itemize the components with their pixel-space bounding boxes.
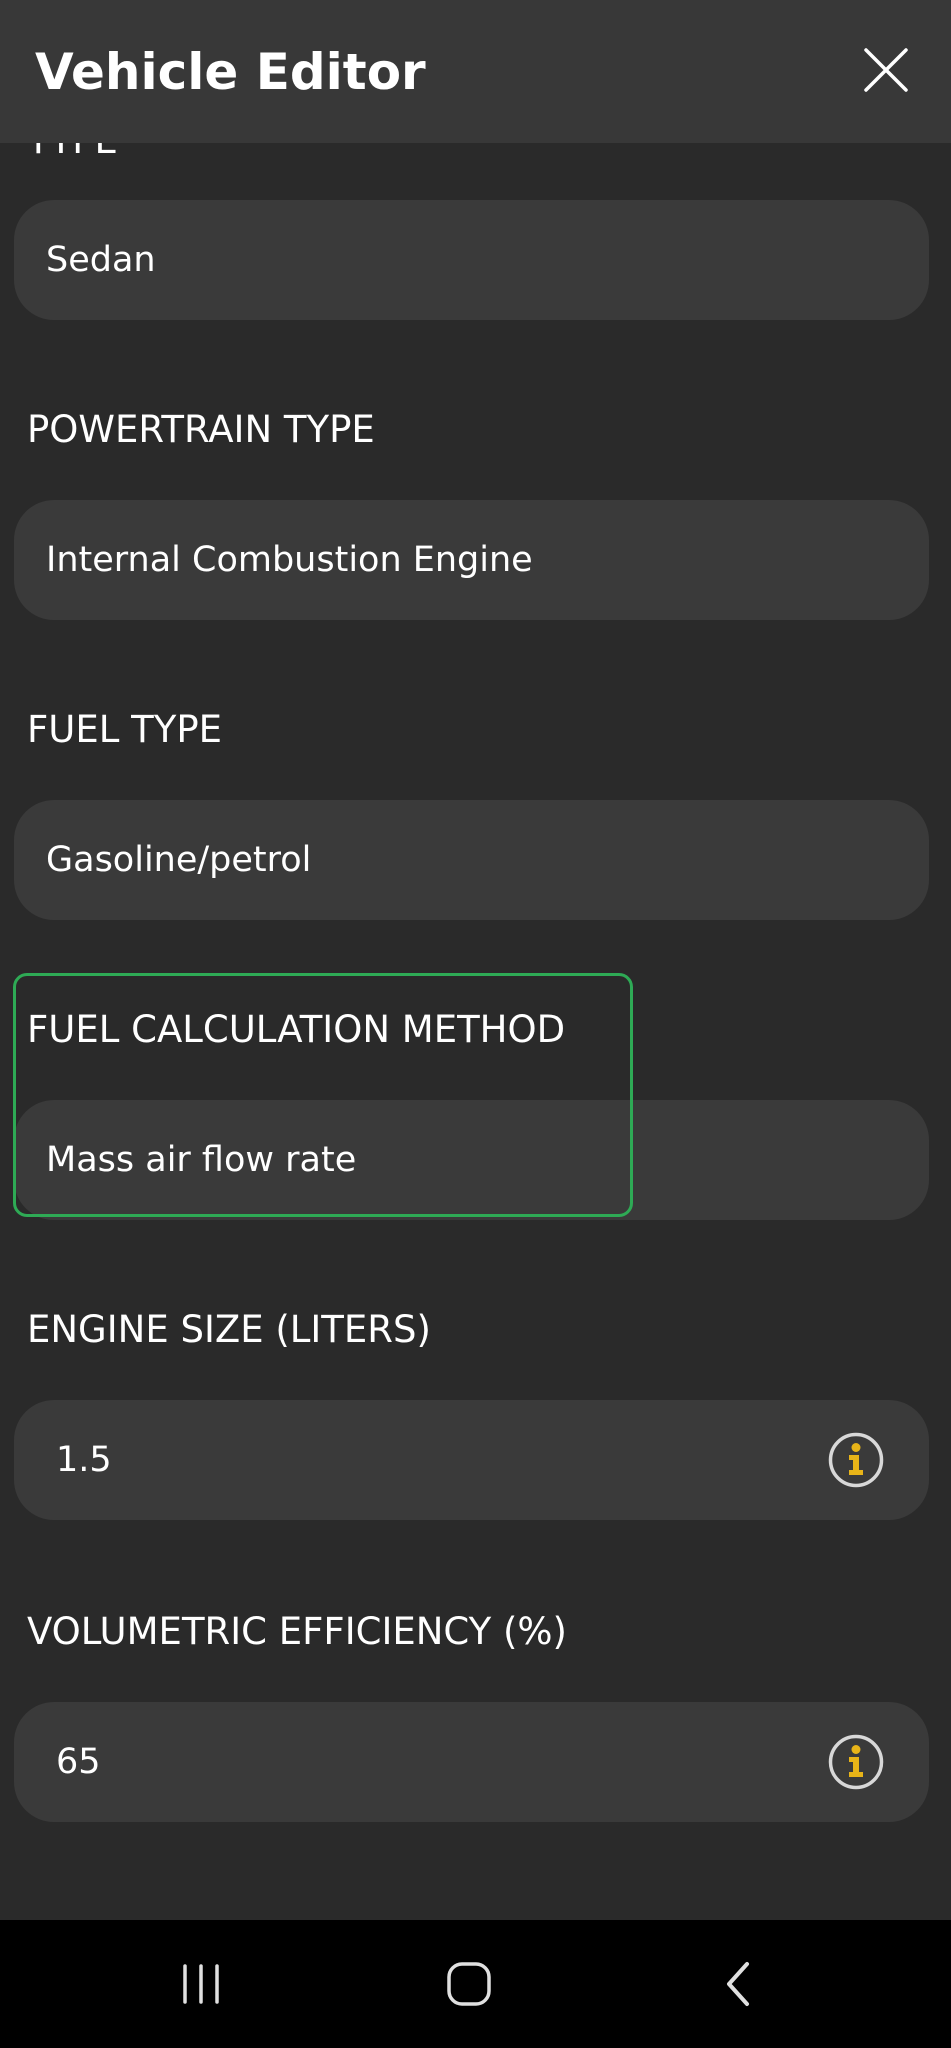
back-icon[interactable]: [709, 1954, 769, 2014]
system-nav-bar: [0, 1920, 951, 2048]
form-scroll-area[interactable]: TYPE Sedan POWERTRAIN TYPE Internal Comb…: [0, 143, 951, 1920]
page-title: Vehicle Editor: [35, 43, 426, 101]
fuel-type-select[interactable]: Gasoline/petrol: [14, 800, 929, 920]
app-header: Vehicle Editor: [0, 0, 951, 143]
powertrain-type-value: Internal Combustion Engine: [46, 540, 533, 580]
recents-icon[interactable]: [171, 1954, 231, 2014]
field-label-engine-size: ENGINE SIZE (LITERS): [27, 1308, 431, 1351]
volumetric-efficiency-value: 65: [56, 1742, 101, 1782]
field-label-volumetric-efficiency: VOLUMETRIC EFFICIENCY (%): [27, 1610, 567, 1653]
fuel-calculation-method-value: Mass air flow rate: [46, 1140, 357, 1180]
fuel-calculation-method-select[interactable]: Mass air flow rate: [14, 1100, 929, 1220]
volumetric-efficiency-field[interactable]: 65: [14, 1702, 929, 1822]
fuel-type-value: Gasoline/petrol: [46, 840, 312, 880]
field-label-fuel-type: FUEL TYPE: [27, 708, 223, 751]
engine-size-field[interactable]: 1.5: [14, 1400, 929, 1520]
field-label-fuel-calculation-method: FUEL CALCULATION METHOD: [27, 1008, 566, 1051]
close-icon[interactable]: [856, 40, 916, 100]
body-type-select[interactable]: Sedan: [14, 200, 929, 320]
field-label-powertrain-type: POWERTRAIN TYPE: [27, 408, 375, 451]
powertrain-type-select[interactable]: Internal Combustion Engine: [14, 500, 929, 620]
body-type-value: Sedan: [46, 240, 156, 280]
info-icon[interactable]: [828, 1432, 884, 1488]
home-icon[interactable]: [439, 1954, 499, 2014]
field-label-type: TYPE: [27, 143, 118, 161]
info-icon[interactable]: [828, 1734, 884, 1790]
engine-size-value: 1.5: [56, 1440, 112, 1480]
